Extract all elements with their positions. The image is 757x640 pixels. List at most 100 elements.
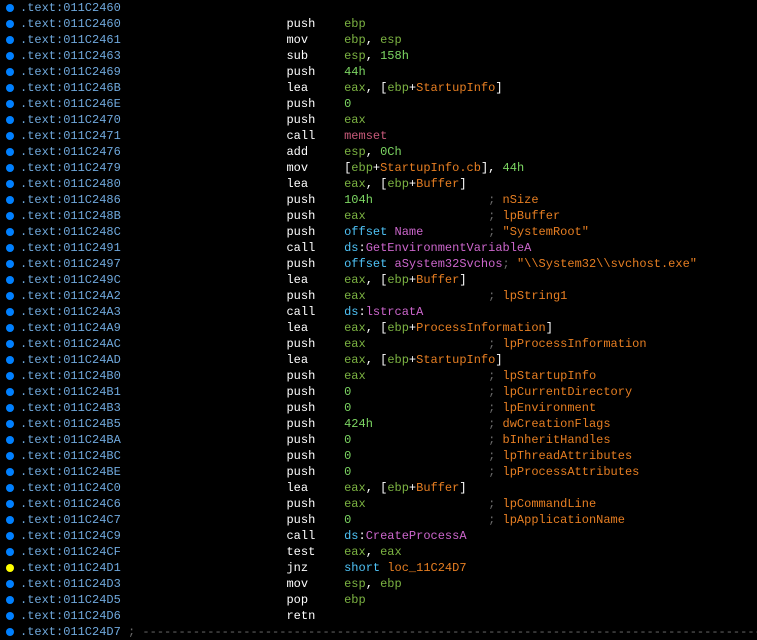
- disasm-code: .text:011C24B3 push 0 ; lpEnvironment: [20, 400, 596, 416]
- breakpoint-gutter[interactable]: [0, 564, 20, 572]
- operand-reg: eax: [380, 545, 402, 559]
- breakpoint-gutter[interactable]: [0, 388, 20, 396]
- disasm-row[interactable]: .text:011C24C0 lea eax, [ebp+Buffer]: [0, 480, 757, 496]
- breakpoint-gutter[interactable]: [0, 356, 20, 364]
- breakpoint-gutter[interactable]: [0, 52, 20, 60]
- breakpoint-gutter[interactable]: [0, 628, 20, 636]
- disasm-row[interactable]: .text:011C24D1 jnz short loc_11C24D7: [0, 560, 757, 576]
- breakpoint-gutter[interactable]: [0, 612, 20, 620]
- disasm-row[interactable]: .text:011C2461 mov ebp, esp: [0, 32, 757, 48]
- disasm-row[interactable]: .text:011C24BA push 0 ; bInheritHandles: [0, 432, 757, 448]
- breakpoint-gutter[interactable]: [0, 548, 20, 556]
- disasm-row[interactable]: .text:011C2460 push ebp: [0, 16, 757, 32]
- breakpoint-gutter[interactable]: [0, 116, 20, 124]
- mnemonic: pop: [286, 593, 308, 607]
- breakpoint-gutter[interactable]: [0, 196, 20, 204]
- disasm-row[interactable]: .text:011C2471 call memset: [0, 128, 757, 144]
- breakpoint-gutter[interactable]: [0, 580, 20, 588]
- disasm-row[interactable]: .text:011C24A2 push eax ; lpString1: [0, 288, 757, 304]
- operand-punct: :: [359, 529, 366, 543]
- disasm-row[interactable]: .text:011C24B3 push 0 ; lpEnvironment: [0, 400, 757, 416]
- breakpoint-gutter[interactable]: [0, 372, 20, 380]
- breakpoint-gutter[interactable]: [0, 148, 20, 156]
- disasm-row[interactable]: .text:011C2480 lea eax, [ebp+Buffer]: [0, 176, 757, 192]
- operand-reg: ebp: [387, 177, 409, 191]
- disassembly-listing[interactable]: .text:011C2460.text:011C2460 push ebp.te…: [0, 0, 757, 640]
- disasm-row[interactable]: .text:011C2479 mov [ebp+StartupInfo.cb],…: [0, 160, 757, 176]
- disasm-row[interactable]: .text:011C249C lea eax, [ebp+Buffer]: [0, 272, 757, 288]
- breakpoint-gutter[interactable]: [0, 340, 20, 348]
- disasm-row[interactable]: .text:011C24C6 push eax ; lpCommandLine: [0, 496, 757, 512]
- disasm-row[interactable]: .text:011C24AC push eax ; lpProcessInfor…: [0, 336, 757, 352]
- disasm-row[interactable]: .text:011C24A3 call ds:lstrcatA: [0, 304, 757, 320]
- breakpoint-gutter[interactable]: [0, 260, 20, 268]
- breakpoint-gutter[interactable]: [0, 36, 20, 44]
- breakpoint-gutter[interactable]: [0, 100, 20, 108]
- disasm-row[interactable]: .text:011C248C push offset Name ; "Syste…: [0, 224, 757, 240]
- breakpoint-gutter[interactable]: [0, 452, 20, 460]
- breakpoint-gutter[interactable]: [0, 308, 20, 316]
- breakpoint-gutter[interactable]: [0, 4, 20, 12]
- breakpoint-gutter[interactable]: [0, 500, 20, 508]
- mnemonic: lea: [286, 273, 308, 287]
- breakpoint-gutter[interactable]: [0, 324, 20, 332]
- operand-reg: ebp: [351, 161, 373, 175]
- comment-text: dwCreationFlags: [503, 417, 611, 431]
- breakpoint-gutter[interactable]: [0, 516, 20, 524]
- disasm-row[interactable]: .text:011C2460: [0, 0, 757, 16]
- disasm-row[interactable]: .text:011C24BE push 0 ; lpProcessAttribu…: [0, 464, 757, 480]
- operand-sym: ProcessInformation: [416, 321, 546, 335]
- disasm-row[interactable]: .text:011C2463 sub esp, 158h: [0, 48, 757, 64]
- breakpoint-gutter[interactable]: [0, 420, 20, 428]
- disasm-row[interactable]: .text:011C2486 push 104h ; nSize: [0, 192, 757, 208]
- disasm-row[interactable]: .text:011C24D5 pop ebp: [0, 592, 757, 608]
- disasm-row[interactable]: .text:011C24D7 ; -----------------------…: [0, 624, 757, 640]
- disasm-row[interactable]: .text:011C246E push 0: [0, 96, 757, 112]
- disasm-row[interactable]: .text:011C24AD lea eax, [ebp+StartupInfo…: [0, 352, 757, 368]
- breakpoint-gutter[interactable]: [0, 132, 20, 140]
- address-label: .text:011C24C6: [20, 497, 121, 511]
- disasm-row[interactable]: .text:011C24B5 push 424h ; dwCreationFla…: [0, 416, 757, 432]
- disasm-row[interactable]: .text:011C2470 push eax: [0, 112, 757, 128]
- disasm-row[interactable]: .text:011C2476 add esp, 0Ch: [0, 144, 757, 160]
- breakpoint-gutter[interactable]: [0, 468, 20, 476]
- operand-comma: ,: [366, 545, 380, 559]
- breakpoint-gutter[interactable]: [0, 164, 20, 172]
- disasm-row[interactable]: .text:011C24CF test eax, eax: [0, 544, 757, 560]
- disasm-row[interactable]: .text:011C24D6 retn: [0, 608, 757, 624]
- breakpoint-gutter[interactable]: [0, 180, 20, 188]
- comment-text: lpApplicationName: [503, 513, 625, 527]
- breakpoint-gutter[interactable]: [0, 68, 20, 76]
- breakpoint-gutter[interactable]: [0, 292, 20, 300]
- breakpoint-gutter[interactable]: [0, 484, 20, 492]
- disasm-code: .text:011C24C6 push eax ; lpCommandLine: [20, 496, 596, 512]
- disasm-row[interactable]: .text:011C24C9 call ds:CreateProcessA: [0, 528, 757, 544]
- disasm-row[interactable]: .text:011C24B0 push eax ; lpStartupInfo: [0, 368, 757, 384]
- breakpoint-gutter[interactable]: [0, 276, 20, 284]
- operand-num: 0: [344, 401, 351, 415]
- disasm-row[interactable]: .text:011C248B push eax ; lpBuffer: [0, 208, 757, 224]
- mnemonic: push: [286, 65, 315, 79]
- disasm-row[interactable]: .text:011C24C7 push 0 ; lpApplicationNam…: [0, 512, 757, 528]
- disasm-code: .text:011C24D6 retn: [20, 608, 315, 624]
- breakpoint-gutter[interactable]: [0, 404, 20, 412]
- breakpoint-gutter[interactable]: [0, 20, 20, 28]
- address-label: .text:011C2497: [20, 257, 121, 271]
- breakpoint-gutter[interactable]: [0, 84, 20, 92]
- breakpoint-gutter[interactable]: [0, 436, 20, 444]
- disasm-row[interactable]: .text:011C24B1 push 0 ; lpCurrentDirecto…: [0, 384, 757, 400]
- disasm-row[interactable]: .text:011C24A9 lea eax, [ebp+ProcessInfo…: [0, 320, 757, 336]
- disasm-row[interactable]: .text:011C2491 call ds:GetEnvironmentVar…: [0, 240, 757, 256]
- breakpoint-gutter[interactable]: [0, 532, 20, 540]
- disasm-row[interactable]: .text:011C24D3 mov esp, ebp: [0, 576, 757, 592]
- breakpoint-gutter[interactable]: [0, 244, 20, 252]
- mnemonic: lea: [286, 321, 308, 335]
- disasm-row[interactable]: .text:011C2469 push 44h: [0, 64, 757, 80]
- disasm-row[interactable]: .text:011C2497 push offset aSystem32Svch…: [0, 256, 757, 272]
- disasm-row[interactable]: .text:011C24BC push 0 ; lpThreadAttribut…: [0, 448, 757, 464]
- breakpoint-gutter[interactable]: [0, 228, 20, 236]
- operand-reg: eax: [344, 369, 366, 383]
- breakpoint-gutter[interactable]: [0, 212, 20, 220]
- breakpoint-gutter[interactable]: [0, 596, 20, 604]
- disasm-row[interactable]: .text:011C246B lea eax, [ebp+StartupInfo…: [0, 80, 757, 96]
